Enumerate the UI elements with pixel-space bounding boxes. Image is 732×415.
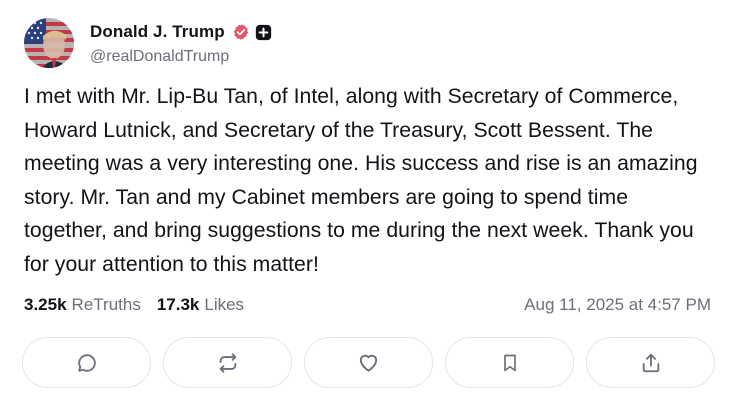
like-button[interactable] [304, 337, 433, 388]
share-button[interactable] [586, 337, 715, 388]
retruths-count: 3.25k [24, 295, 67, 314]
avatar-image [24, 18, 74, 68]
avatar[interactable] [24, 18, 74, 68]
post-meta: 3.25k ReTruths 17.3k Likes Aug 11, 2025 … [24, 292, 711, 318]
retruth-button[interactable] [163, 337, 292, 388]
likes-count: 17.3k [156, 295, 200, 314]
share-icon [640, 352, 662, 374]
bookmark-icon [500, 352, 520, 374]
reply-icon [76, 352, 98, 374]
post-text: I met with Mr. Lip-Bu Tan, of Intel, alo… [24, 85, 698, 276]
author-names: Donald J. Trump @realDonaldTrump [90, 20, 272, 66]
author-display-name[interactable]: Donald J. Trump [90, 22, 225, 42]
retruths-label: ReTruths [71, 295, 141, 314]
post-header: Donald J. Trump @realDonaldTrump [24, 17, 272, 69]
bookmark-button[interactable] [445, 337, 574, 388]
like-heart-icon [357, 351, 380, 374]
action-bar [22, 337, 715, 388]
plus-square-icon [255, 24, 272, 41]
post-timestamp: Aug 11, 2025 at 4:57 PM [524, 295, 711, 314]
likes-label: Likes [204, 295, 245, 314]
name-row: Donald J. Trump [90, 20, 272, 44]
author-handle[interactable]: @realDonaldTrump [90, 48, 272, 66]
truth-post: Donald J. Trump @realDonaldTrump I met w… [0, 0, 732, 415]
verified-badge-icon [232, 23, 250, 41]
reply-button[interactable] [22, 337, 151, 388]
retruths-stat[interactable]: 3.25k ReTruths [24, 295, 141, 315]
likes-stat[interactable]: 17.3k Likes [157, 295, 244, 315]
retruth-icon [217, 352, 239, 374]
